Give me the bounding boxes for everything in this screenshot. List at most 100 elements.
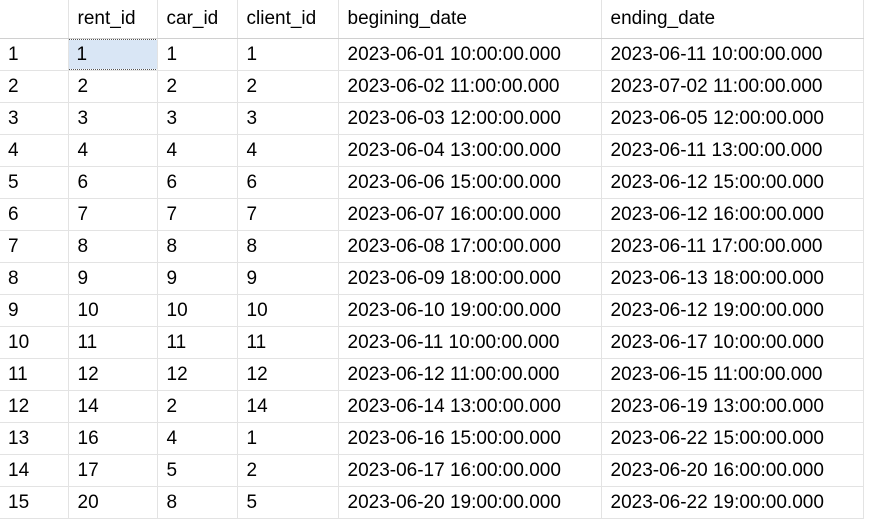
- cell-rent-id[interactable]: 7: [68, 198, 158, 231]
- cell-begining-date[interactable]: 2023-06-17 16:00:00.000: [338, 454, 602, 487]
- cell-client-id[interactable]: 9: [237, 262, 339, 295]
- cell-ending-date[interactable]: 2023-06-12 19:00:00.000: [601, 294, 864, 327]
- row-number-cell[interactable]: 3: [0, 102, 69, 135]
- cell-begining-date[interactable]: 2023-06-10 19:00:00.000: [338, 294, 602, 327]
- table-row[interactable]: 14 17 5 2 2023-06-17 16:00:00.000 2023-06-20 …: [0, 454, 864, 487]
- cell-begining-date[interactable]: 2023-06-06 15:00:00.000: [338, 166, 602, 199]
- cell-car-id[interactable]: 1: [157, 38, 238, 71]
- table-row[interactable]: 2 2 2 2 2023-06-02 11:00:00.000 2023-07-02 11…: [0, 70, 864, 103]
- cell-ending-date[interactable]: 2023-06-15 11:00:00.000: [601, 358, 864, 391]
- cell-rent-id[interactable]: 11: [68, 326, 158, 359]
- cell-car-id[interactable]: 2: [157, 390, 238, 423]
- cell-rent-id[interactable]: 4: [68, 134, 158, 167]
- table-row[interactable]: 11 12 12 12 2023-06-12 11:00:00.000 2023-06-1…: [0, 358, 864, 391]
- cell-ending-date[interactable]: 2023-06-22 15:00:00.000: [601, 422, 864, 455]
- cell-car-id[interactable]: 5: [157, 454, 238, 487]
- cell-begining-date[interactable]: 2023-06-16 15:00:00.000: [338, 422, 602, 455]
- cell-car-id[interactable]: 11: [157, 326, 238, 359]
- cell-car-id[interactable]: 7: [157, 198, 238, 231]
- cell-ending-date[interactable]: 2023-06-13 18:00:00.000: [601, 262, 864, 295]
- table-row[interactable]: 10 11 11 11 2023-06-11 10:00:00.000 2023-06-1…: [0, 326, 864, 359]
- results-grid[interactable]: rent_id car_id client_id begining_date e…: [0, 0, 870, 519]
- cell-rent-id[interactable]: 14: [68, 390, 158, 423]
- row-number-cell[interactable]: 14: [0, 454, 69, 487]
- cell-rent-id[interactable]: 8: [68, 230, 158, 263]
- row-number-cell[interactable]: 9: [0, 294, 69, 327]
- cell-ending-date[interactable]: 2023-06-11 17:00:00.000: [601, 230, 864, 263]
- cell-begining-date[interactable]: 2023-06-01 10:00:00.000: [338, 38, 602, 71]
- cell-ending-date[interactable]: 2023-06-11 13:00:00.000: [601, 134, 864, 167]
- cell-client-id[interactable]: 14: [237, 390, 339, 423]
- cell-client-id[interactable]: 1: [237, 422, 339, 455]
- row-number-cell[interactable]: 8: [0, 262, 69, 295]
- cell-client-id[interactable]: 11: [237, 326, 339, 359]
- cell-rent-id[interactable]: 6: [68, 166, 158, 199]
- cell-begining-date[interactable]: 2023-06-11 10:00:00.000: [338, 326, 602, 359]
- column-header-begining-date[interactable]: begining_date: [338, 0, 602, 39]
- cell-begining-date[interactable]: 2023-06-04 13:00:00.000: [338, 134, 602, 167]
- cell-car-id[interactable]: 4: [157, 134, 238, 167]
- row-number-cell[interactable]: 6: [0, 198, 69, 231]
- cell-car-id[interactable]: 2: [157, 70, 238, 103]
- cell-rent-id[interactable]: 17: [68, 454, 158, 487]
- cell-begining-date[interactable]: 2023-06-12 11:00:00.000: [338, 358, 602, 391]
- table-row[interactable]: 3 3 3 3 2023-06-03 12:00:00.000 2023-06-05 12…: [0, 102, 864, 135]
- cell-begining-date[interactable]: 2023-06-02 11:00:00.000: [338, 70, 602, 103]
- cell-car-id[interactable]: 8: [157, 230, 238, 263]
- cell-car-id[interactable]: 4: [157, 422, 238, 455]
- cell-client-id[interactable]: 10: [237, 294, 339, 327]
- cell-client-id[interactable]: 7: [237, 198, 339, 231]
- cell-begining-date[interactable]: 2023-06-14 13:00:00.000: [338, 390, 602, 423]
- column-header-ending-date[interactable]: ending_date: [601, 0, 864, 39]
- row-number-cell[interactable]: 10: [0, 326, 69, 359]
- table-row[interactable]: 13 16 4 1 2023-06-16 15:00:00.000 2023-06-22 …: [0, 422, 864, 455]
- cell-car-id[interactable]: 12: [157, 358, 238, 391]
- cell-ending-date[interactable]: 2023-06-20 16:00:00.000: [601, 454, 864, 487]
- column-header-car-id[interactable]: car_id: [157, 0, 238, 39]
- table-row[interactable]: 5 6 6 6 2023-06-06 15:00:00.000 2023-06-12 15…: [0, 166, 864, 199]
- cell-rent-id[interactable]: 2: [68, 70, 158, 103]
- table-row[interactable]: 9 10 10 10 2023-06-10 19:00:00.000 2023-06-12…: [0, 294, 864, 327]
- cell-car-id[interactable]: 10: [157, 294, 238, 327]
- row-number-cell[interactable]: 1: [0, 38, 69, 71]
- row-number-cell[interactable]: 12: [0, 390, 69, 423]
- cell-car-id[interactable]: 9: [157, 262, 238, 295]
- table-row[interactable]: 7 8 8 8 2023-06-08 17:00:00.000 2023-06-11 17…: [0, 230, 864, 263]
- cell-client-id[interactable]: 2: [237, 70, 339, 103]
- cell-ending-date[interactable]: 2023-06-17 10:00:00.000: [601, 326, 864, 359]
- cell-ending-date[interactable]: 2023-06-12 15:00:00.000: [601, 166, 864, 199]
- cell-rent-id[interactable]: 9: [68, 262, 158, 295]
- table-row[interactable]: 8 9 9 9 2023-06-09 18:00:00.000 2023-06-13 18…: [0, 262, 864, 295]
- cell-begining-date[interactable]: 2023-06-09 18:00:00.000: [338, 262, 602, 295]
- cell-begining-date[interactable]: 2023-06-03 12:00:00.000: [338, 102, 602, 135]
- row-number-cell[interactable]: 7: [0, 230, 69, 263]
- cell-ending-date[interactable]: 2023-06-05 12:00:00.000: [601, 102, 864, 135]
- table-row[interactable]: 4 4 4 4 2023-06-04 13:00:00.000 2023-06-11 13…: [0, 134, 864, 167]
- cell-rent-id[interactable]: 3: [68, 102, 158, 135]
- cell-client-id[interactable]: 1: [237, 38, 339, 71]
- column-header-rent-id[interactable]: rent_id: [68, 0, 158, 39]
- cell-client-id[interactable]: 12: [237, 358, 339, 391]
- cell-car-id[interactable]: 6: [157, 166, 238, 199]
- cell-rent-id[interactable]: 1: [68, 38, 158, 71]
- table-row[interactable]: 12 14 2 14 2023-06-14 13:00:00.000 2023-06-19…: [0, 390, 864, 423]
- cell-ending-date[interactable]: 2023-07-02 11:00:00.000: [601, 70, 864, 103]
- cell-begining-date[interactable]: 2023-06-07 16:00:00.000: [338, 198, 602, 231]
- column-header-client-id[interactable]: client_id: [237, 0, 339, 39]
- table-row[interactable]: 6 7 7 7 2023-06-07 16:00:00.000 2023-06-12 16…: [0, 198, 864, 231]
- cell-rent-id[interactable]: 12: [68, 358, 158, 391]
- cell-rent-id[interactable]: 10: [68, 294, 158, 327]
- cell-car-id[interactable]: 3: [157, 102, 238, 135]
- cell-begining-date[interactable]: 2023-06-08 17:00:00.000: [338, 230, 602, 263]
- corner-cell[interactable]: [0, 0, 69, 39]
- cell-client-id[interactable]: 6: [237, 166, 339, 199]
- row-number-cell[interactable]: 11: [0, 358, 69, 391]
- row-number-cell[interactable]: 5: [0, 166, 69, 199]
- row-number-cell[interactable]: 2: [0, 70, 69, 103]
- cell-rent-id[interactable]: 16: [68, 422, 158, 455]
- cell-ending-date[interactable]: 2023-06-11 10:00:00.000: [601, 38, 864, 71]
- cell-client-id[interactable]: 4: [237, 134, 339, 167]
- cell-ending-date[interactable]: 2023-06-19 13:00:00.000: [601, 390, 864, 423]
- cell-client-id[interactable]: 3: [237, 102, 339, 135]
- table-row[interactable]: 1 1 1 1 2023-06-01 10:00:00.000 2023-06-11 10…: [0, 38, 864, 71]
